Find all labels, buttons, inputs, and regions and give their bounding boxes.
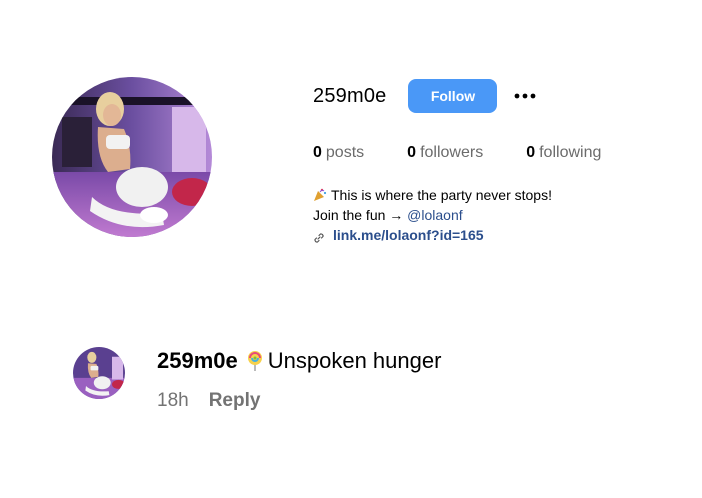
- stats-row: 0 posts 0 followers 0 following: [313, 144, 693, 162]
- more-dots-icon[interactable]: [513, 84, 537, 108]
- profile-info: 259m0e Follow 0 posts 0 followers 0 followi…: [313, 78, 693, 249]
- party-popper-icon: [313, 187, 327, 201]
- stat-following[interactable]: 0 following: [526, 144, 601, 162]
- comment-line: 259m0e Unspoken hunger: [157, 346, 441, 376]
- lollipop-icon: [244, 350, 266, 372]
- bio-line-3: link.me/lolaonf?id=165: [313, 225, 693, 249]
- bio-text: Join the fun →: [313, 207, 408, 223]
- stat-followers[interactable]: 0 followers: [407, 144, 483, 162]
- name-row: 259m0e Follow: [313, 78, 693, 114]
- link-icon: [313, 229, 325, 243]
- stat-count: 0: [407, 144, 417, 161]
- stat-count: 0: [526, 144, 536, 161]
- comment: 259m0e Unspoken hunger 18h Reply: [157, 346, 441, 412]
- stat-label: following: [539, 144, 602, 161]
- follow-button[interactable]: Follow: [408, 79, 498, 113]
- comment-avatar[interactable]: [73, 347, 125, 399]
- reply-button[interactable]: Reply: [209, 390, 261, 412]
- profile-username: 259m0e: [313, 84, 387, 107]
- profile-page: 259m0e Follow 0 posts 0 followers 0 followi…: [0, 0, 702, 498]
- comment-meta: 18h Reply: [157, 390, 441, 412]
- bio-line-1: This is where the party never stops!: [313, 185, 693, 205]
- stat-label: followers: [420, 144, 484, 161]
- bio-external-link[interactable]: link.me/lolaonf?id=165: [313, 225, 484, 245]
- stat-count: 0: [313, 144, 322, 161]
- bio-link-text: link.me/lolaonf?id=165: [333, 227, 484, 243]
- bio-line-2: Join the fun → @lolaonf: [313, 205, 693, 225]
- bio-text: This is where the party never stops!: [331, 187, 552, 203]
- comment-timestamp: 18h: [157, 390, 189, 411]
- stat-label: posts: [325, 144, 365, 161]
- profile-bio: This is where the party never stops! Joi…: [313, 185, 693, 249]
- profile-avatar[interactable]: [52, 77, 212, 237]
- comment-author[interactable]: 259m0e: [157, 348, 238, 374]
- comment-text: Unspoken hunger: [267, 348, 442, 373]
- bio-mention-link[interactable]: @lolaonf: [407, 207, 462, 223]
- stat-posts[interactable]: 0 posts: [313, 144, 364, 162]
